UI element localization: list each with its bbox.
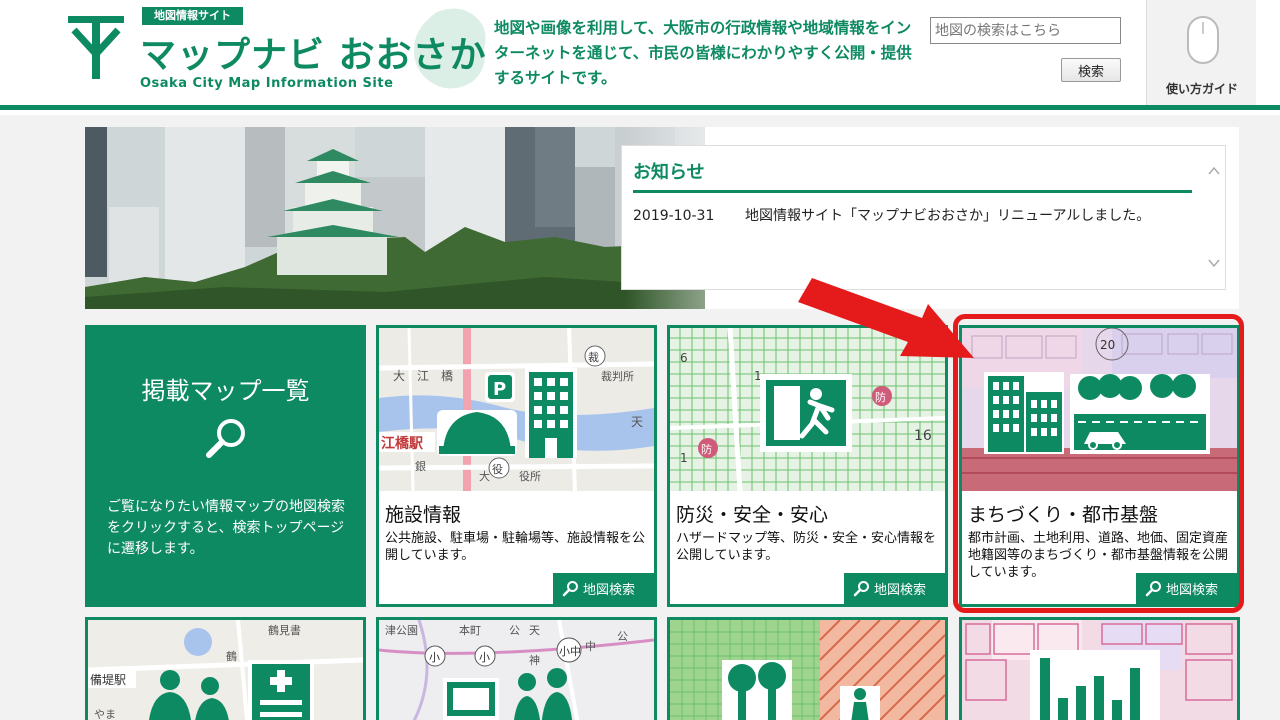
map-search-input[interactable]	[930, 17, 1121, 44]
card-environment[interactable]	[667, 617, 948, 720]
map-list-description: ご覧になりたい情報マップの地図検索をクリックすると、検索トップページに遷移します…	[107, 499, 345, 557]
map-search-label: 地図検索	[1166, 583, 1219, 598]
map-label: 銀	[415, 459, 426, 473]
magnifier-icon	[206, 419, 245, 458]
card-urban-planning[interactable]: 20 まちづくり・都市基盤 都市計画、土地利用、道路、地価、固定資産地籍図等のま…	[959, 325, 1240, 607]
page: 地図情報サイト マップナビ おおさか Osaka City Map Inform…	[0, 0, 1280, 720]
welfare-map-image: 鶴見書 備堤駅 やま 鶴	[88, 620, 363, 720]
map-label: 1	[680, 451, 688, 465]
map-label: 防	[701, 442, 712, 456]
road-trees-icon	[1070, 374, 1210, 454]
environment-map-image	[670, 620, 945, 720]
site-name[interactable]: マップナビ おおさか	[140, 26, 487, 78]
map-label: 大	[479, 469, 490, 483]
card-education[interactable]: 津公園 本町 公 天 神 中 小 小 小中 公	[376, 617, 657, 720]
map-search-button[interactable]: 地図検索	[844, 573, 945, 604]
map-label: 江	[417, 369, 429, 383]
map-list-title: 掲載マップ一覧	[141, 377, 310, 405]
magnifier-icon	[1145, 581, 1161, 597]
education-map-image: 津公園 本町 公 天 神 中 小 小 小中 公	[379, 620, 654, 720]
usage-guide-button[interactable]: 使い方ガイド	[1146, 0, 1256, 105]
map-label: 本町	[459, 623, 481, 637]
map-search-button[interactable]: 地図検索	[1136, 573, 1237, 604]
search-button[interactable]: 検索	[1061, 58, 1121, 82]
card-title: 防災・安全・安心	[676, 504, 829, 526]
map-search-label: 地図検索	[874, 583, 927, 598]
card-description: ハザードマップ等、防災・安全・安心情報を公開しています。	[676, 531, 937, 563]
city-buildings-icon	[984, 372, 1064, 454]
map-label: 6	[680, 351, 688, 365]
map-label: 江橋駅	[381, 435, 424, 452]
site-intro: 地図や画像を利用して、大阪市の行政情報や地域情報をインターネットを通じて、市民の…	[494, 19, 912, 87]
map-label: 16	[914, 428, 932, 444]
card-welfare[interactable]: 鶴見書 備堤駅 やま 鶴	[85, 617, 366, 720]
map-label: 中	[585, 640, 596, 653]
magnifier-icon	[562, 581, 578, 597]
facility-map-image: 大 江 橋 江橋駅 裁判所 天 大 役所 銀 裁 役 P	[379, 328, 654, 491]
news-title: お知らせ	[633, 162, 705, 183]
mouse-icon	[1187, 16, 1219, 64]
map-label: 津公園	[385, 624, 418, 637]
map-label: 神	[529, 653, 540, 667]
site-header: 地図情報サイト マップナビ おおさか Osaka City Map Inform…	[0, 0, 1280, 110]
news-scrollbar[interactable]	[1204, 146, 1225, 289]
news-date: 2019-10-31	[633, 208, 715, 224]
site-subtitle: Osaka City Map Information Site	[140, 76, 394, 91]
card-disaster[interactable]: 6 16 1 1 防 防 防災・安全・安心 ハザードマップ等、防災・安全・安心情…	[667, 325, 948, 607]
card-description: 公共施設、駐車場・駐輪場等、施設情報を公開しています。	[385, 531, 646, 563]
map-search-label: 地図検索	[583, 583, 636, 598]
map-label: 公	[617, 630, 628, 643]
map-label: 大	[393, 369, 405, 383]
svg-text:P: P	[493, 379, 506, 400]
map-label: 役所	[519, 469, 541, 483]
map-label: 天	[529, 624, 540, 637]
emergency-exit-icon	[760, 374, 852, 452]
map-label: 裁判所	[601, 370, 634, 383]
urban-map-image: 20	[962, 328, 1237, 491]
map-label: 鶴見書	[268, 623, 301, 637]
usage-guide-label: 使い方ガイド	[1165, 82, 1238, 96]
map-label: 小中	[559, 645, 581, 658]
card-facility[interactable]: 大 江 橋 江橋駅 裁判所 天 大 役所 銀 裁 役 P 施設情報 公共施設、駐…	[376, 325, 657, 607]
card-statistics[interactable]	[959, 617, 1240, 720]
magnifier-icon	[853, 581, 869, 597]
map-list-card: 掲載マップ一覧 ご覧になりたい情報マップの地図検索をクリックすると、検索トップペ…	[85, 325, 366, 607]
map-label: 公	[509, 624, 520, 637]
map-label: 20	[1100, 338, 1115, 352]
map-label: 天	[631, 415, 643, 429]
statistics-map-image	[962, 620, 1237, 720]
map-search-button[interactable]: 地図検索	[553, 573, 654, 604]
osaka-castle-image	[85, 127, 705, 309]
map-label: 鶴	[226, 649, 237, 663]
scroll-down-icon[interactable]	[1207, 256, 1221, 270]
statistics-bar-icon	[1030, 650, 1160, 720]
map-label: 小	[429, 651, 440, 664]
map-label: 裁	[588, 351, 599, 364]
scroll-up-icon[interactable]	[1207, 164, 1221, 178]
map-label: 橋	[441, 369, 453, 383]
site-badge: 地図情報サイト	[142, 7, 243, 25]
map-label: 小	[479, 651, 490, 664]
map-label: やま	[94, 708, 116, 720]
map-label: 役	[492, 462, 503, 476]
card-title: まちづくり・都市基盤	[968, 504, 1159, 526]
news-item[interactable]: 2019-10-31 地図情報サイト「マップナビおおさか」リニューアルしました。	[633, 205, 1150, 225]
news-text[interactable]: 地図情報サイト「マップナビおおさか」リニューアルしました。	[745, 208, 1150, 224]
site-logo-icon	[68, 16, 124, 79]
map-label: 防	[875, 390, 886, 404]
news-divider	[633, 190, 1192, 193]
card-title: 施設情報	[385, 504, 462, 526]
disaster-map-image: 6 16 1 1 防 防	[670, 328, 945, 491]
map-label: 備堤駅	[90, 672, 126, 687]
